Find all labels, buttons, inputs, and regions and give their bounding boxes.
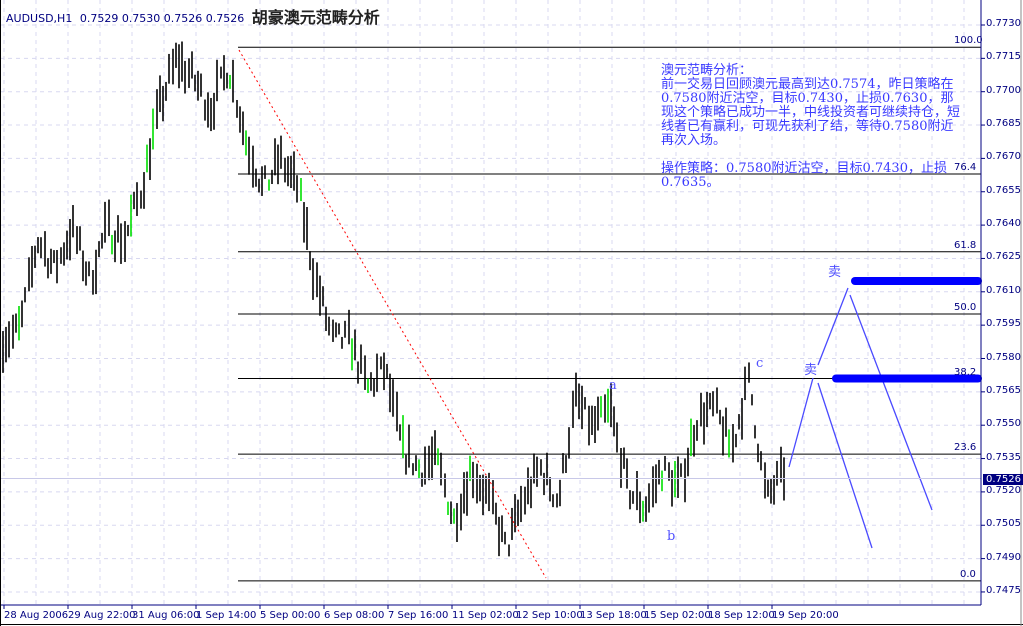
sell-label-upper: 卖 [828, 265, 842, 280]
time-tick-label: 29 Aug 22:00 [68, 610, 136, 621]
wave-label-c: c [756, 356, 764, 371]
projection-line [849, 294, 933, 511]
price-tick-label: 0.7655 [986, 184, 1021, 196]
price-tick-label: 0.7505 [986, 518, 1021, 530]
time-tick-label: 15 Sep 02:00 [644, 610, 711, 621]
projection-line [817, 287, 849, 366]
wave-label-a: a [609, 378, 617, 393]
price-tick-label: 0.7610 [986, 284, 1021, 296]
time-tick-label: 1 Sep 14:00 [196, 610, 257, 621]
fib-level-label: 0.0 [960, 568, 976, 580]
price-tick-label: 0.7565 [986, 384, 1021, 396]
price-tick-label: 0.7715 [986, 51, 1021, 63]
price-tick-label: 0.7595 [986, 318, 1021, 330]
price-tick-label: 0.7475 [986, 584, 1021, 596]
current-price-label: 0.7526 [983, 474, 1023, 485]
price-tick-label: 0.7625 [986, 251, 1021, 263]
time-tick-label: 18 Sep 12:00 [708, 610, 775, 621]
time-tick-label: 12 Sep 10:00 [516, 610, 583, 621]
fib-level-label: 23.6 [954, 442, 977, 454]
time-tick-label: 5 Sep 00:00 [260, 610, 321, 621]
time-tick-label: 13 Sep 18:00 [580, 610, 647, 621]
time-tick-label: 11 Sep 02:00 [452, 610, 519, 621]
wave-label-b: b [667, 529, 676, 544]
price-tick-label: 0.7520 [986, 484, 1021, 496]
price-tick-label: 0.7580 [986, 351, 1021, 363]
time-tick-label: 31 Aug 06:00 [132, 610, 200, 621]
price-tick-label: 0.7670 [986, 151, 1021, 163]
time-tick-label: 19 Sep 20:00 [772, 610, 839, 621]
analysis-note: 澳元范畴分析： 前一交易日回顾澳元最高到达0.7574，昨日策略在0.7580附… [661, 63, 961, 190]
price-tick-label: 0.7550 [986, 418, 1021, 430]
chart-title: 胡豪澳元范畴分析 [251, 8, 380, 27]
time-tick-label: 7 Sep 16:00 [388, 610, 449, 621]
chart-window: AUDUSD,H1 0.7529 0.7530 0.7526 0.7526 胡豪… [0, 0, 1023, 626]
projection-line [817, 382, 873, 549]
price-tick-label: 0.7535 [986, 451, 1021, 463]
fib-level-label: 76.4 [954, 161, 977, 173]
fib-level-label: 50.0 [954, 302, 977, 314]
time-tick-label: 28 Aug 2006 [4, 610, 69, 621]
price-tick-label: 0.7700 [986, 84, 1021, 96]
ohlc-values: 0.7529 0.7530 0.7526 0.7526 [79, 12, 245, 25]
fib-level-label: 38.2 [954, 366, 977, 378]
fib-level-label: 100.0 [954, 35, 983, 47]
price-tick-label: 0.7640 [986, 218, 1021, 230]
chart-header: AUDUSD,H1 0.7529 0.7530 0.7526 0.7526 胡豪… [6, 4, 380, 28]
time-tick-label: 6 Sep 08:00 [324, 610, 385, 621]
price-tick-label: 0.7685 [986, 118, 1021, 130]
sell-label-lower: 卖 [804, 363, 818, 378]
fib-level-label: 61.8 [954, 239, 977, 251]
price-tick-label: 0.7490 [986, 551, 1021, 563]
price-tick-label: 0.7730 [986, 18, 1021, 29]
symbol-label: AUDUSD,H1 [6, 12, 73, 25]
